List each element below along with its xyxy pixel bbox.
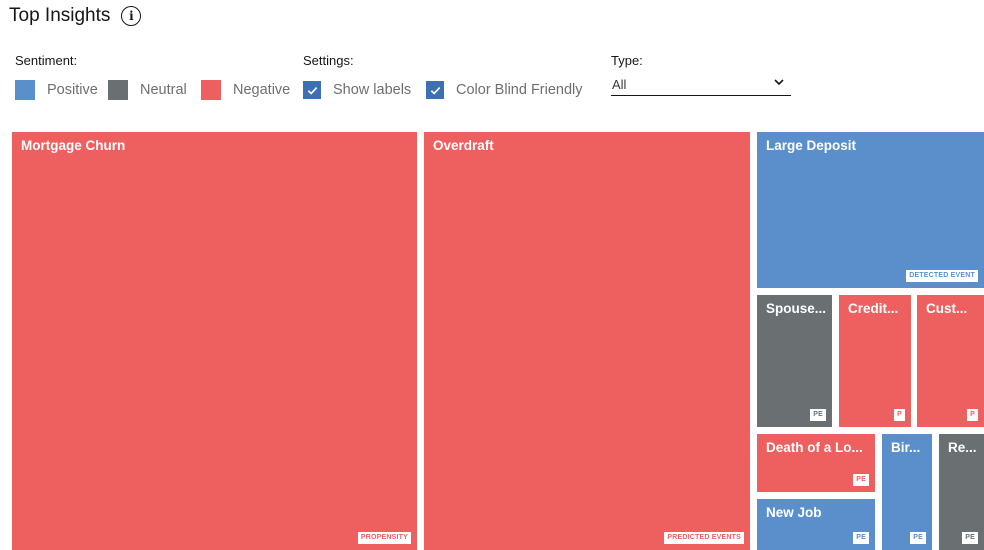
legend-positive-label: Positive: [47, 82, 98, 98]
treemap-tile-new-job[interactable]: New Job PE: [757, 499, 875, 550]
treemap-tile-mortgage-churn[interactable]: Mortgage Churn PROPENSITY: [12, 132, 417, 550]
show-labels-checkbox[interactable]: [303, 81, 321, 99]
treemap-tile-label: Re...: [948, 440, 977, 455]
treemap-tile-re[interactable]: Re... PE: [939, 434, 984, 550]
settings-label: Settings:: [303, 53, 354, 68]
color-blind-label: Color Blind Friendly: [456, 82, 583, 98]
treemap-tile-tag: PROPENSITY: [357, 532, 411, 544]
legend-negative: Negative: [201, 80, 290, 100]
treemap-tile-tag: PE: [962, 532, 978, 544]
page-title: Top Insights i: [9, 5, 142, 27]
chevron-down-icon[interactable]: [773, 76, 785, 88]
type-select-value: All: [612, 77, 627, 92]
treemap-tile-tag: PE: [910, 532, 926, 544]
treemap-tile-tag: PREDICTED EVENTS: [664, 532, 744, 544]
treemap-tile-tag: P: [967, 409, 978, 421]
treemap-tile-overdraft[interactable]: Overdraft PREDICTED EVENTS: [424, 132, 750, 550]
treemap-tile-large-deposit[interactable]: Large Deposit DETECTED EVENT: [757, 132, 984, 288]
treemap-tile-credit[interactable]: Credit... P: [839, 295, 911, 427]
type-label: Type:: [611, 53, 643, 68]
page-title-text: Top Insights: [9, 5, 111, 26]
legend-negative-label: Negative: [233, 82, 291, 98]
treemap-tile-label: Overdraft: [433, 138, 494, 153]
info-icon[interactable]: i: [121, 6, 142, 26]
checkmark-icon: [307, 86, 317, 95]
color-blind-checkbox[interactable]: [426, 81, 444, 99]
treemap-tile-label: Large Deposit: [766, 138, 857, 153]
treemap-tile-tag: P: [894, 409, 905, 421]
show-labels-setting[interactable]: Show labels: [303, 80, 411, 100]
treemap-tile-tag: PE: [853, 532, 869, 544]
treemap-tile-death-of-a-lo[interactable]: Death of a Lo... PE: [757, 434, 875, 492]
treemap-tile-spouse[interactable]: Spouse... PE: [757, 295, 832, 427]
color-blind-setting[interactable]: Color Blind Friendly: [426, 80, 583, 100]
treemap-tile-bir[interactable]: Bir... PE: [882, 434, 932, 550]
treemap-tile-label: Death of a Lo...: [766, 440, 863, 455]
show-labels-label: Show labels: [333, 82, 412, 98]
treemap-tile-label: Credit...: [848, 301, 899, 316]
legend-positive: Positive: [15, 80, 98, 100]
treemap-tile-label: Mortgage Churn: [21, 138, 126, 153]
legend-neutral-label: Neutral: [140, 82, 187, 98]
legend-neutral: Neutral: [108, 80, 187, 100]
type-select[interactable]: All: [611, 76, 791, 96]
legend-negative-swatch: [201, 80, 221, 100]
treemap-tile-label: New Job: [766, 505, 822, 520]
sentiment-label: Sentiment:: [15, 53, 78, 68]
treemap-tile-label: Spouse...: [766, 301, 827, 316]
legend-neutral-swatch: [108, 80, 128, 100]
treemap-tile-tag: PE: [810, 409, 826, 421]
treemap-tile-label: Cust...: [926, 301, 968, 316]
treemap-tile-label: Bir...: [891, 440, 921, 455]
treemap-tile-tag: DETECTED EVENT: [906, 270, 978, 282]
treemap-tile-tag: PE: [853, 474, 869, 486]
legend-positive-swatch: [15, 80, 35, 100]
checkmark-icon: [430, 86, 440, 95]
treemap-tile-cust[interactable]: Cust... P: [917, 295, 984, 427]
